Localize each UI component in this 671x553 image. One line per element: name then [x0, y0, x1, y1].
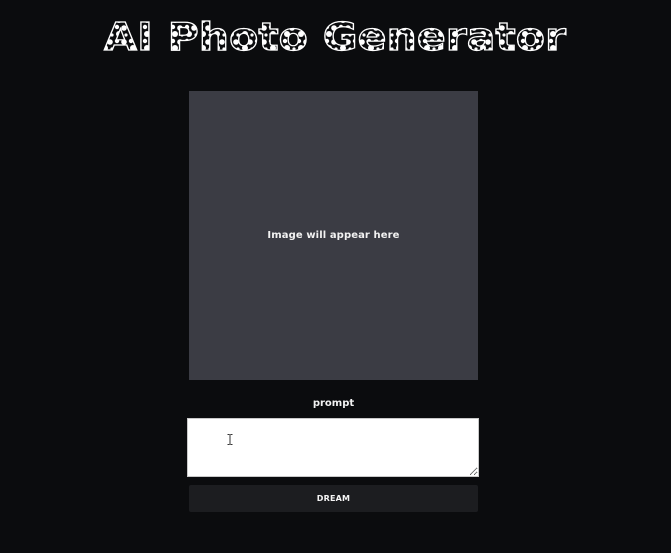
prompt-label: prompt: [312, 398, 355, 409]
app-title-text: AI Photo Generator: [104, 15, 566, 59]
text-cursor-icon: [227, 434, 233, 445]
image-preview-area: Image will appear here: [189, 91, 478, 380]
app-title: AI Photo Generator: [103, 14, 566, 59]
image-placeholder-text: Image will appear here: [267, 230, 400, 241]
prompt-input[interactable]: [187, 418, 479, 477]
app-title-wrapper: AI Photo Generator: [100, 10, 570, 60]
dream-button[interactable]: DREAM: [189, 485, 478, 512]
